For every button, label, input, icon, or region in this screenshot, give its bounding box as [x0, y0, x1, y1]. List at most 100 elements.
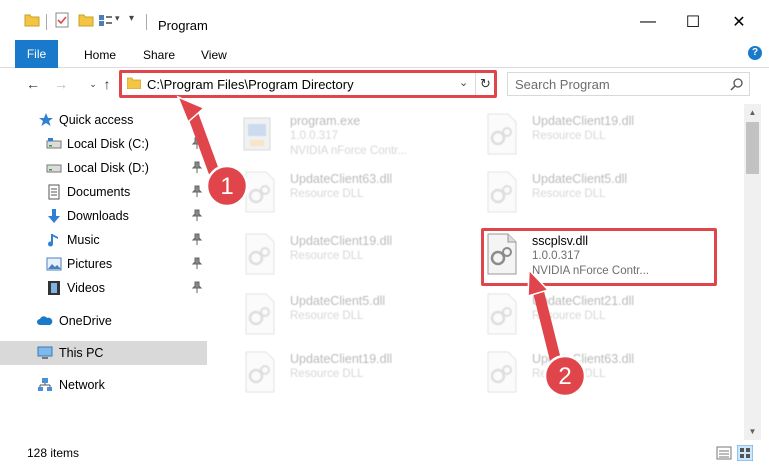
exe-file-icon [243, 117, 271, 151]
sidebar-item-label: Quick access [59, 113, 134, 127]
sidebar-item-local-disk-c[interactable]: Local Disk (C:) [0, 132, 207, 156]
dll-file-icon [487, 171, 517, 213]
sidebar-item-music[interactable]: Music [0, 228, 207, 252]
ribbon-tabs: File Home Share View ? [0, 40, 769, 68]
file-detail: Resource DLL [532, 130, 606, 142]
search-input[interactable]: Search Program [507, 72, 750, 96]
properties-icon[interactable] [54, 12, 70, 28]
sidebar-item-quick-access[interactable]: Quick access [0, 108, 207, 132]
sidebar-item-label: OneDrive [59, 314, 112, 328]
dll-file-icon [245, 293, 275, 335]
file-detail: Resource DLL [290, 188, 364, 200]
sidebar-item-label: Pictures [67, 257, 113, 271]
maximize-button[interactable]: ☐ [670, 6, 716, 38]
documents-icon [48, 184, 60, 200]
help-icon[interactable]: ? [748, 46, 762, 60]
file-item[interactable]: UpdateClient19.dll Resource DLL [240, 228, 470, 282]
sidebar-item-label: Videos [67, 281, 105, 295]
file-highlight-box [481, 228, 717, 286]
folder-icon[interactable] [24, 12, 40, 28]
back-button[interactable]: ← [23, 74, 43, 94]
tab-share[interactable]: Share [143, 44, 175, 66]
file-detail: Resource DLL [532, 368, 606, 380]
tab-view[interactable]: View [201, 44, 227, 66]
drive-icon [46, 164, 62, 173]
file-detail: Resource DLL [532, 310, 606, 322]
sidebar-item-label: Local Disk (C:) [67, 137, 149, 151]
sidebar-item-downloads[interactable]: Downloads [0, 204, 207, 228]
pin-icon[interactable] [192, 209, 202, 221]
pin-icon[interactable] [192, 233, 202, 245]
dll-file-icon [487, 351, 517, 393]
file-item[interactable]: UpdateClient19.dll Resource DLL [482, 108, 712, 162]
file-detail: Resource DLL [290, 310, 364, 322]
sidebar-item-this-pc[interactable]: This PC [0, 341, 207, 365]
details-view-icon[interactable] [716, 445, 732, 461]
download-icon [48, 209, 60, 223]
view-options-icon[interactable] [98, 12, 114, 28]
up-button[interactable]: ↑ [97, 74, 117, 94]
file-item[interactable]: program.exe 1.0.0.317 NVIDIA nForce Cont… [240, 108, 470, 162]
pictures-icon [46, 257, 62, 271]
sidebar-item-label: Local Disk (D:) [67, 161, 149, 175]
dll-file-icon [487, 293, 517, 335]
search-placeholder: Search Program [515, 77, 610, 92]
file-detail: 1.0.0.317 [290, 130, 338, 142]
file-item[interactable]: UpdateClient21.dll Resource DLL [482, 288, 712, 342]
customize-toolbar-icon[interactable]: ▾ [129, 13, 134, 24]
minimize-button[interactable]: — [625, 6, 671, 38]
window-title: Program [158, 18, 208, 33]
pin-icon[interactable] [192, 137, 202, 149]
forward-button[interactable]: → [51, 74, 71, 94]
pin-icon[interactable] [192, 257, 202, 269]
file-name: UpdateClient19.dll [290, 352, 393, 366]
item-count: 128 items [27, 446, 80, 460]
pin-icon[interactable] [192, 161, 202, 173]
sidebar-item-label: Network [59, 378, 105, 392]
chevron-down-icon[interactable]: ▾ [115, 13, 120, 24]
scrollbar-thumb[interactable] [746, 122, 759, 174]
scroll-down-icon[interactable]: ▼ [744, 423, 761, 440]
close-button[interactable]: ✕ [716, 6, 762, 38]
pin-icon[interactable] [192, 281, 202, 293]
sidebar-item-label: Downloads [67, 209, 129, 223]
music-icon [48, 234, 58, 247]
file-detail: NVIDIA nForce Contr... [290, 145, 407, 157]
pin-icon[interactable] [192, 185, 202, 197]
search-icon[interactable] [730, 77, 744, 91]
cloud-icon [37, 316, 53, 325]
large-icons-view-icon[interactable] [737, 445, 753, 461]
sidebar-item-onedrive[interactable]: OneDrive [0, 309, 207, 333]
address-row: ← → ⌄ ↑ C:\Program Files\Program Directo… [0, 68, 769, 102]
vertical-scrollbar[interactable]: ▲ ▼ [744, 104, 761, 440]
title-bar: ▾ ▾ Program — ☐ ✕ [0, 0, 769, 40]
file-name: UpdateClient5.dll [290, 294, 386, 308]
scroll-up-icon[interactable]: ▲ [744, 104, 761, 121]
dll-file-icon [487, 113, 517, 155]
tab-home[interactable]: Home [84, 44, 116, 66]
file-detail: Resource DLL [290, 368, 364, 380]
new-folder-icon[interactable] [78, 12, 94, 28]
file-item[interactable]: UpdateClient63.dll Resource DLL [482, 346, 712, 400]
sidebar-item-pictures[interactable]: Pictures [0, 252, 207, 276]
sidebar-item-label: This PC [59, 346, 104, 360]
file-item[interactable]: UpdateClient5.dll Resource DLL [482, 166, 712, 220]
file-item[interactable]: UpdateClient63.dll Resource DLL [240, 166, 470, 220]
dll-file-icon [245, 351, 275, 393]
star-icon [39, 113, 53, 126]
file-name: UpdateClient5.dll [532, 172, 628, 186]
file-name: UpdateClient63.dll [532, 352, 635, 366]
sidebar-item-label: Music [67, 233, 100, 247]
sidebar-item-network[interactable]: Network [0, 373, 207, 397]
file-item[interactable]: UpdateClient5.dll Resource DLL [240, 288, 470, 342]
sidebar-item-local-disk-d[interactable]: Local Disk (D:) [0, 156, 207, 180]
file-name: UpdateClient19.dll [532, 114, 635, 128]
file-detail: Resource DLL [532, 188, 606, 200]
sidebar-item-videos[interactable]: Videos [0, 276, 207, 300]
toolbar-separator [146, 14, 147, 30]
tab-file[interactable]: File [15, 40, 58, 68]
dll-file-icon [245, 171, 275, 213]
file-item[interactable]: UpdateClient19.dll Resource DLL [240, 346, 470, 400]
file-name: UpdateClient63.dll [290, 172, 393, 186]
sidebar-item-documents[interactable]: Documents [0, 180, 207, 204]
